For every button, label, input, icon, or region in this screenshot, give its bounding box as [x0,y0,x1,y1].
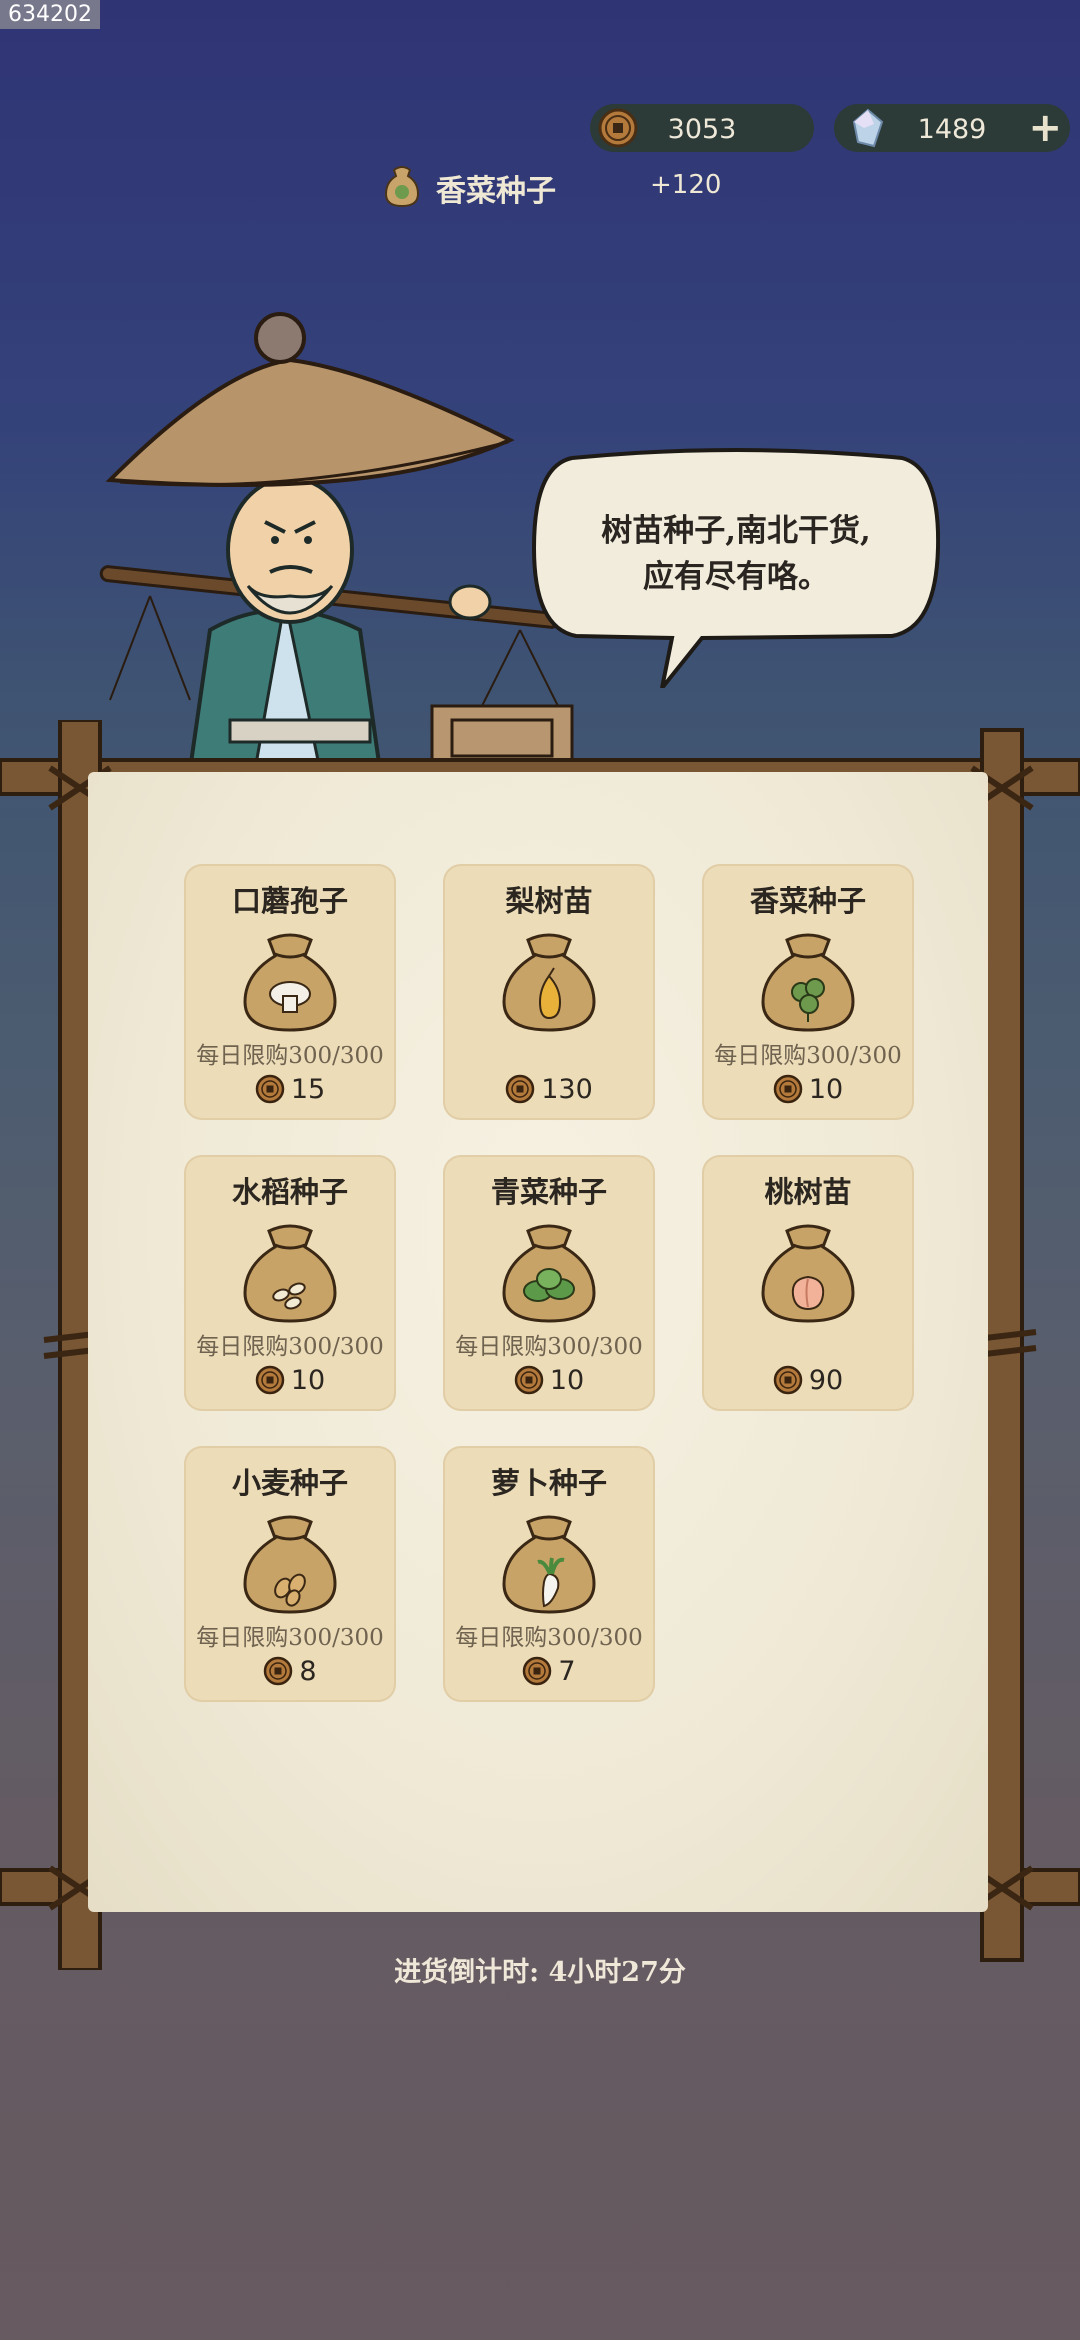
item-price: 130 [443,1074,655,1105]
item-price-value: 10 [290,1365,326,1396]
item-price-value: 10 [549,1365,585,1396]
coin-amount: 3053 [667,114,737,145]
gem-balance: 1489 + [834,104,1070,152]
item-name: 桃树苗 [764,1175,852,1209]
speech-line-2: 应有尽有咯。 [643,559,829,595]
shop-item-card[interactable]: 口蘑孢子 每日限购300/300 15 [184,864,396,1120]
shop-item-card[interactable]: 桃树苗 90 [702,1155,914,1411]
item-name: 水稻种子 [231,1175,348,1209]
item-daily-limit: 每日限购300/300 [455,1334,643,1360]
copper-coin-icon [264,1656,293,1686]
item-name: 小麦种子 [231,1466,348,1500]
pear-seed-bag-icon [502,933,596,1032]
item-daily-limit: 每日限购300/300 [196,1625,384,1651]
shop-item-card[interactable]: 香菜种子 每日限购300/300 10 [702,864,914,1120]
item-price: 7 [443,1656,655,1687]
item-price-value: 90 [808,1365,844,1396]
item-price-value: 15 [290,1074,326,1105]
shop-board: 口蘑孢子 每日限购300/300 15 梨树苗 130 香菜种子 每日限购300… [0,720,1080,1970]
merchant-speech-bubble: 树苗种子,南北干货, 应有尽有咯。 [532,448,940,688]
copper-coin-icon [255,1074,285,1104]
restock-countdown: 进货倒计时: 4小时27分 [394,1957,686,1988]
shop-item-card[interactable]: 梨树苗 130 [443,864,655,1120]
item-price-value: 8 [299,1656,317,1687]
shop-item-card[interactable]: 萝卜种子 每日限购300/300 7 [443,1446,655,1702]
item-price-value: 10 [808,1074,844,1105]
coin-balance: 3053 [590,104,814,152]
copper-coin-icon [505,1074,535,1104]
item-price: 10 [702,1074,914,1105]
reward-item-amount: +120 [650,170,722,200]
item-daily-limit: 每日限购300/300 [455,1625,643,1651]
item-price: 15 [184,1074,396,1105]
radish-seed-bag-icon [502,1515,596,1614]
item-price-value: 7 [558,1656,576,1687]
item-daily-limit: 每日限购300/300 [196,1334,384,1360]
item-daily-limit: 每日限购300/300 [714,1043,902,1069]
item-price: 10 [443,1365,655,1396]
item-name: 口蘑孢子 [231,884,348,918]
copper-coin-icon [773,1074,803,1104]
copper-coin-icon [514,1365,544,1395]
coriander-seed-bag-icon [761,933,855,1032]
mushroom-seed-bag-icon [243,933,337,1032]
rice-seed-bag-icon [243,1224,337,1323]
speech-line-1: 树苗种子,南北干货, [601,513,871,549]
item-price: 10 [184,1365,396,1396]
item-name: 萝卜种子 [490,1466,607,1500]
shop-item-card[interactable]: 小麦种子 每日限购300/300 8 [184,1446,396,1702]
copper-coin-icon [773,1365,803,1395]
wheat-seed-bag-icon [243,1515,337,1614]
item-name: 梨树苗 [505,884,593,918]
peach-seed-bag-icon [761,1224,855,1323]
shop-item-card[interactable]: 青菜种子 每日限购300/300 10 [443,1155,655,1411]
greens-seed-bag-icon [502,1224,596,1323]
copper-coin-icon [255,1365,285,1395]
seed-bag-icon [384,166,420,208]
shop-item-card[interactable]: 水稻种子 每日限购300/300 10 [184,1155,396,1411]
watermark-id: 634202 [0,0,100,29]
item-price-value: 130 [541,1074,593,1105]
item-price: 90 [702,1365,914,1396]
item-daily-limit: 每日限购300/300 [196,1043,384,1069]
copper-coin-icon [523,1656,552,1686]
add-gems-button[interactable]: + [1028,108,1062,148]
item-price: 8 [184,1656,396,1687]
item-name: 青菜种子 [490,1175,607,1209]
reward-item-name: 香菜种子 [436,174,556,209]
item-name: 香菜种子 [749,884,866,918]
